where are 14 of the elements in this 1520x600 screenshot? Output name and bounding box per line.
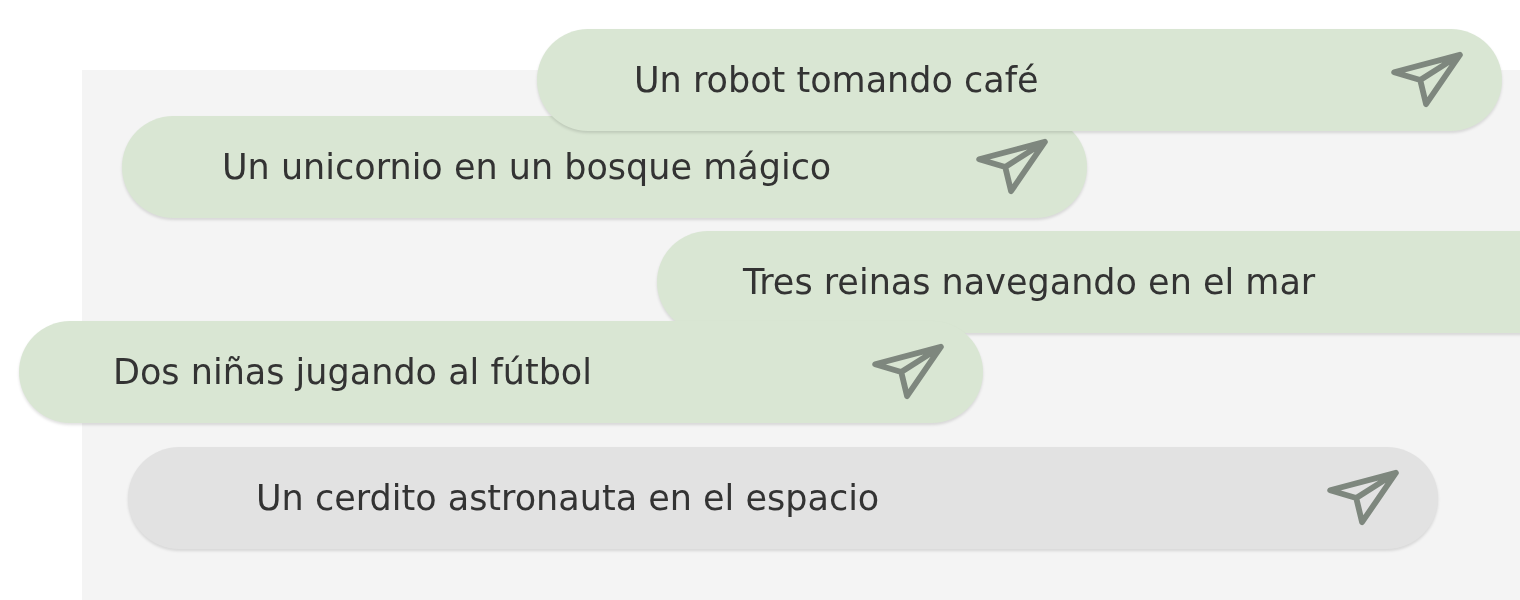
- prompt-chip[interactable]: Un unicornio en un bosque mágico: [122, 116, 1087, 218]
- send-icon[interactable]: [871, 343, 945, 401]
- prompt-field[interactable]: Un cerdito astronauta en el espacio: [128, 447, 1438, 549]
- prompt-text: Un cerdito astronauta en el espacio: [256, 478, 880, 518]
- send-icon[interactable]: [1390, 51, 1464, 109]
- prompt-chip[interactable]: Dos niñas jugando al fútbol: [19, 321, 983, 423]
- send-icon[interactable]: [975, 138, 1049, 196]
- prompt-text: Un robot tomando café: [634, 60, 1039, 100]
- prompt-text: Dos niñas jugando al fútbol: [113, 352, 592, 392]
- prompt-text: Un unicornio en un bosque mágico: [222, 147, 832, 187]
- prompt-chip[interactable]: Tres reinas navegando en el mar: [657, 231, 1520, 333]
- send-icon[interactable]: [1326, 469, 1400, 527]
- prompt-text: Tres reinas navegando en el mar: [743, 262, 1316, 302]
- prompt-chip[interactable]: Un robot tomando café: [537, 29, 1502, 131]
